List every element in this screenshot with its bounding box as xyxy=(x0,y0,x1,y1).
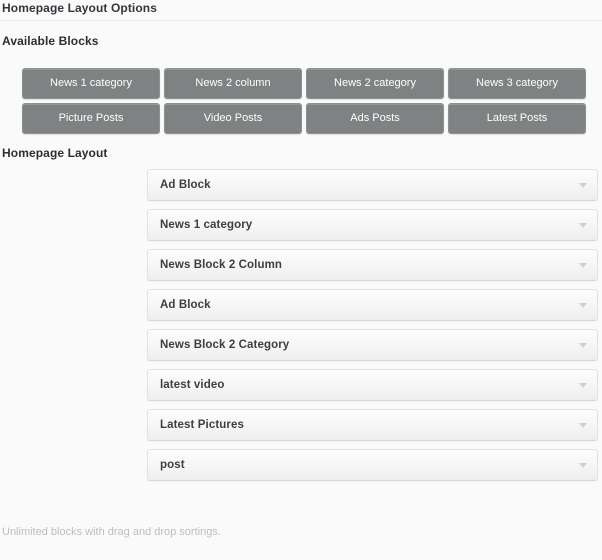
layout-row-expand-toggle[interactable] xyxy=(569,210,597,240)
chevron-down-icon xyxy=(579,262,587,268)
chevron-down-icon xyxy=(579,382,587,388)
chevron-down-icon xyxy=(579,182,587,188)
title-divider xyxy=(0,20,602,21)
layout-row-label: Ad Block xyxy=(160,299,211,311)
layout-row-expand-toggle[interactable] xyxy=(569,330,597,360)
page-title: Homepage Layout Options xyxy=(2,1,157,15)
layout-row-expand-toggle[interactable] xyxy=(569,250,597,280)
footer-note: Unlimited blocks with drag and drop sort… xyxy=(2,526,221,538)
available-block-label: News 2 category xyxy=(334,77,416,89)
layout-row[interactable]: News Block 2 Category xyxy=(147,329,598,361)
homepage-layout-list: Ad Block News 1 category News Block 2 Colu… xyxy=(147,169,598,489)
available-blocks-heading: Available Blocks xyxy=(2,34,99,48)
layout-row-expand-toggle[interactable] xyxy=(569,370,597,400)
layout-row-label: post xyxy=(160,459,185,471)
chevron-down-icon xyxy=(579,222,587,228)
available-block-button[interactable]: Video Posts xyxy=(164,103,302,134)
available-block-label: Ads Posts xyxy=(350,112,400,124)
layout-row-expand-toggle[interactable] xyxy=(569,450,597,480)
homepage-layout-heading: Homepage Layout xyxy=(2,146,108,160)
layout-row-expand-toggle[interactable] xyxy=(569,170,597,200)
layout-row-label: News Block 2 Category xyxy=(160,339,290,351)
layout-row-label: latest video xyxy=(160,379,225,391)
available-block-label: News 1 category xyxy=(50,77,132,89)
layout-row[interactable]: post xyxy=(147,449,598,481)
available-block-button[interactable]: Picture Posts xyxy=(22,103,160,134)
available-block-button[interactable]: News 2 column xyxy=(164,68,302,99)
available-block-button[interactable]: Ads Posts xyxy=(306,103,444,134)
available-block-button[interactable]: News 3 category xyxy=(448,68,586,99)
available-block-label: Video Posts xyxy=(203,112,263,124)
available-block-label: News 3 category xyxy=(476,77,558,89)
layout-row[interactable]: Ad Block xyxy=(147,289,598,321)
layout-row[interactable]: latest video xyxy=(147,369,598,401)
layout-row[interactable]: Ad Block xyxy=(147,169,598,201)
available-blocks-grid: News 1 category News 2 column News 2 categ… xyxy=(22,68,586,134)
available-block-label: Latest Posts xyxy=(486,112,548,124)
chevron-down-icon xyxy=(579,422,587,428)
layout-row-label: News Block 2 Column xyxy=(160,259,283,271)
available-block-button[interactable]: Latest Posts xyxy=(448,103,586,134)
chevron-down-icon xyxy=(579,342,587,348)
available-block-button[interactable]: News 2 category xyxy=(306,68,444,99)
available-block-label: News 2 column xyxy=(195,77,271,89)
available-block-button[interactable]: News 1 category xyxy=(22,68,160,99)
layout-row-label: Ad Block xyxy=(160,179,211,191)
chevron-down-icon xyxy=(579,462,587,468)
layout-row[interactable]: News Block 2 Column xyxy=(147,249,598,281)
layout-row-expand-toggle[interactable] xyxy=(569,410,597,440)
layout-row[interactable]: News 1 category xyxy=(147,209,598,241)
layout-row-expand-toggle[interactable] xyxy=(569,290,597,320)
layout-row-label: Latest Pictures xyxy=(160,419,244,431)
layout-row-label: News 1 category xyxy=(160,219,253,231)
layout-row[interactable]: Latest Pictures xyxy=(147,409,598,441)
chevron-down-icon xyxy=(579,302,587,308)
available-block-label: Picture Posts xyxy=(58,112,124,124)
